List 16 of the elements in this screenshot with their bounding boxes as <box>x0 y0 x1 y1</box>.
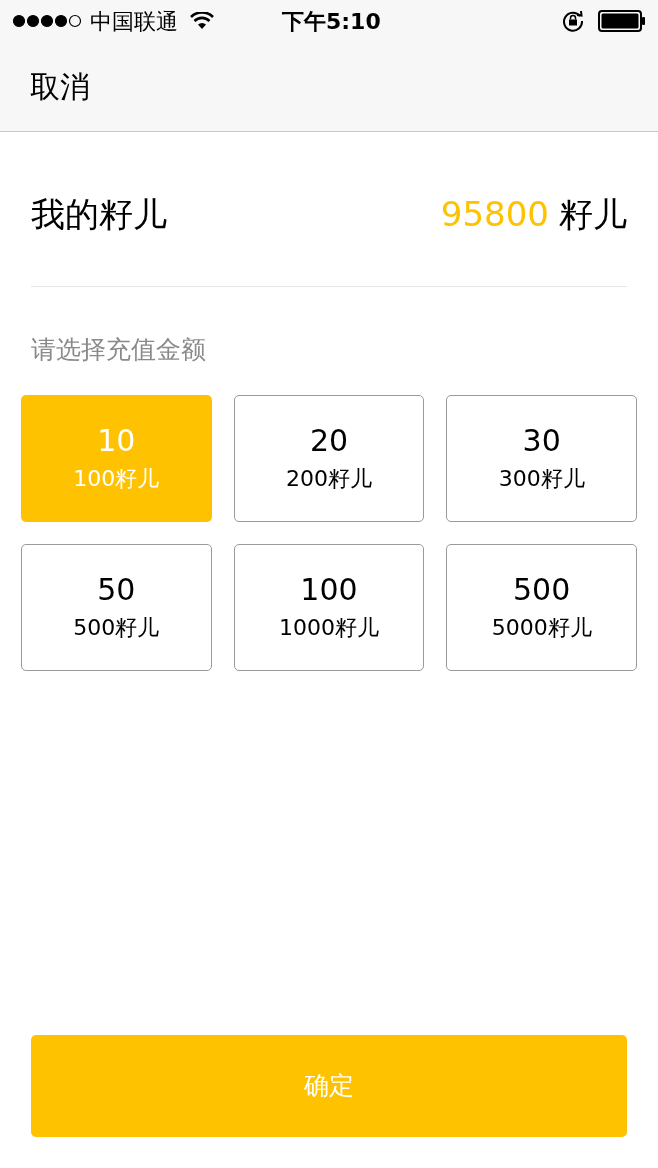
status-time: 下午5:10 <box>282 7 381 36</box>
cancel-button[interactable]: 取消 <box>30 64 90 109</box>
amount-option[interactable]: 500 5000籽儿 <box>446 543 637 671</box>
balance-amount: 95800 <box>440 192 549 236</box>
wifi-icon <box>190 12 214 30</box>
rotation-lock-icon <box>562 10 584 32</box>
signal-icon <box>12 14 84 28</box>
amount-option[interactable]: 30 300籽儿 <box>446 394 637 522</box>
carrier-name: 中国联通 <box>90 7 178 36</box>
amount-option[interactable]: 100 1000籽儿 <box>233 543 425 671</box>
amount-option[interactable]: 20 200籽儿 <box>233 394 425 522</box>
balance-unit: 籽儿 <box>559 192 627 236</box>
battery-icon <box>598 10 646 32</box>
amount-option[interactable]: 50 500籽儿 <box>21 543 212 671</box>
amount-prompt: 请选择充值金额 <box>31 335 206 364</box>
balance-label: 我的籽儿 <box>31 192 167 236</box>
